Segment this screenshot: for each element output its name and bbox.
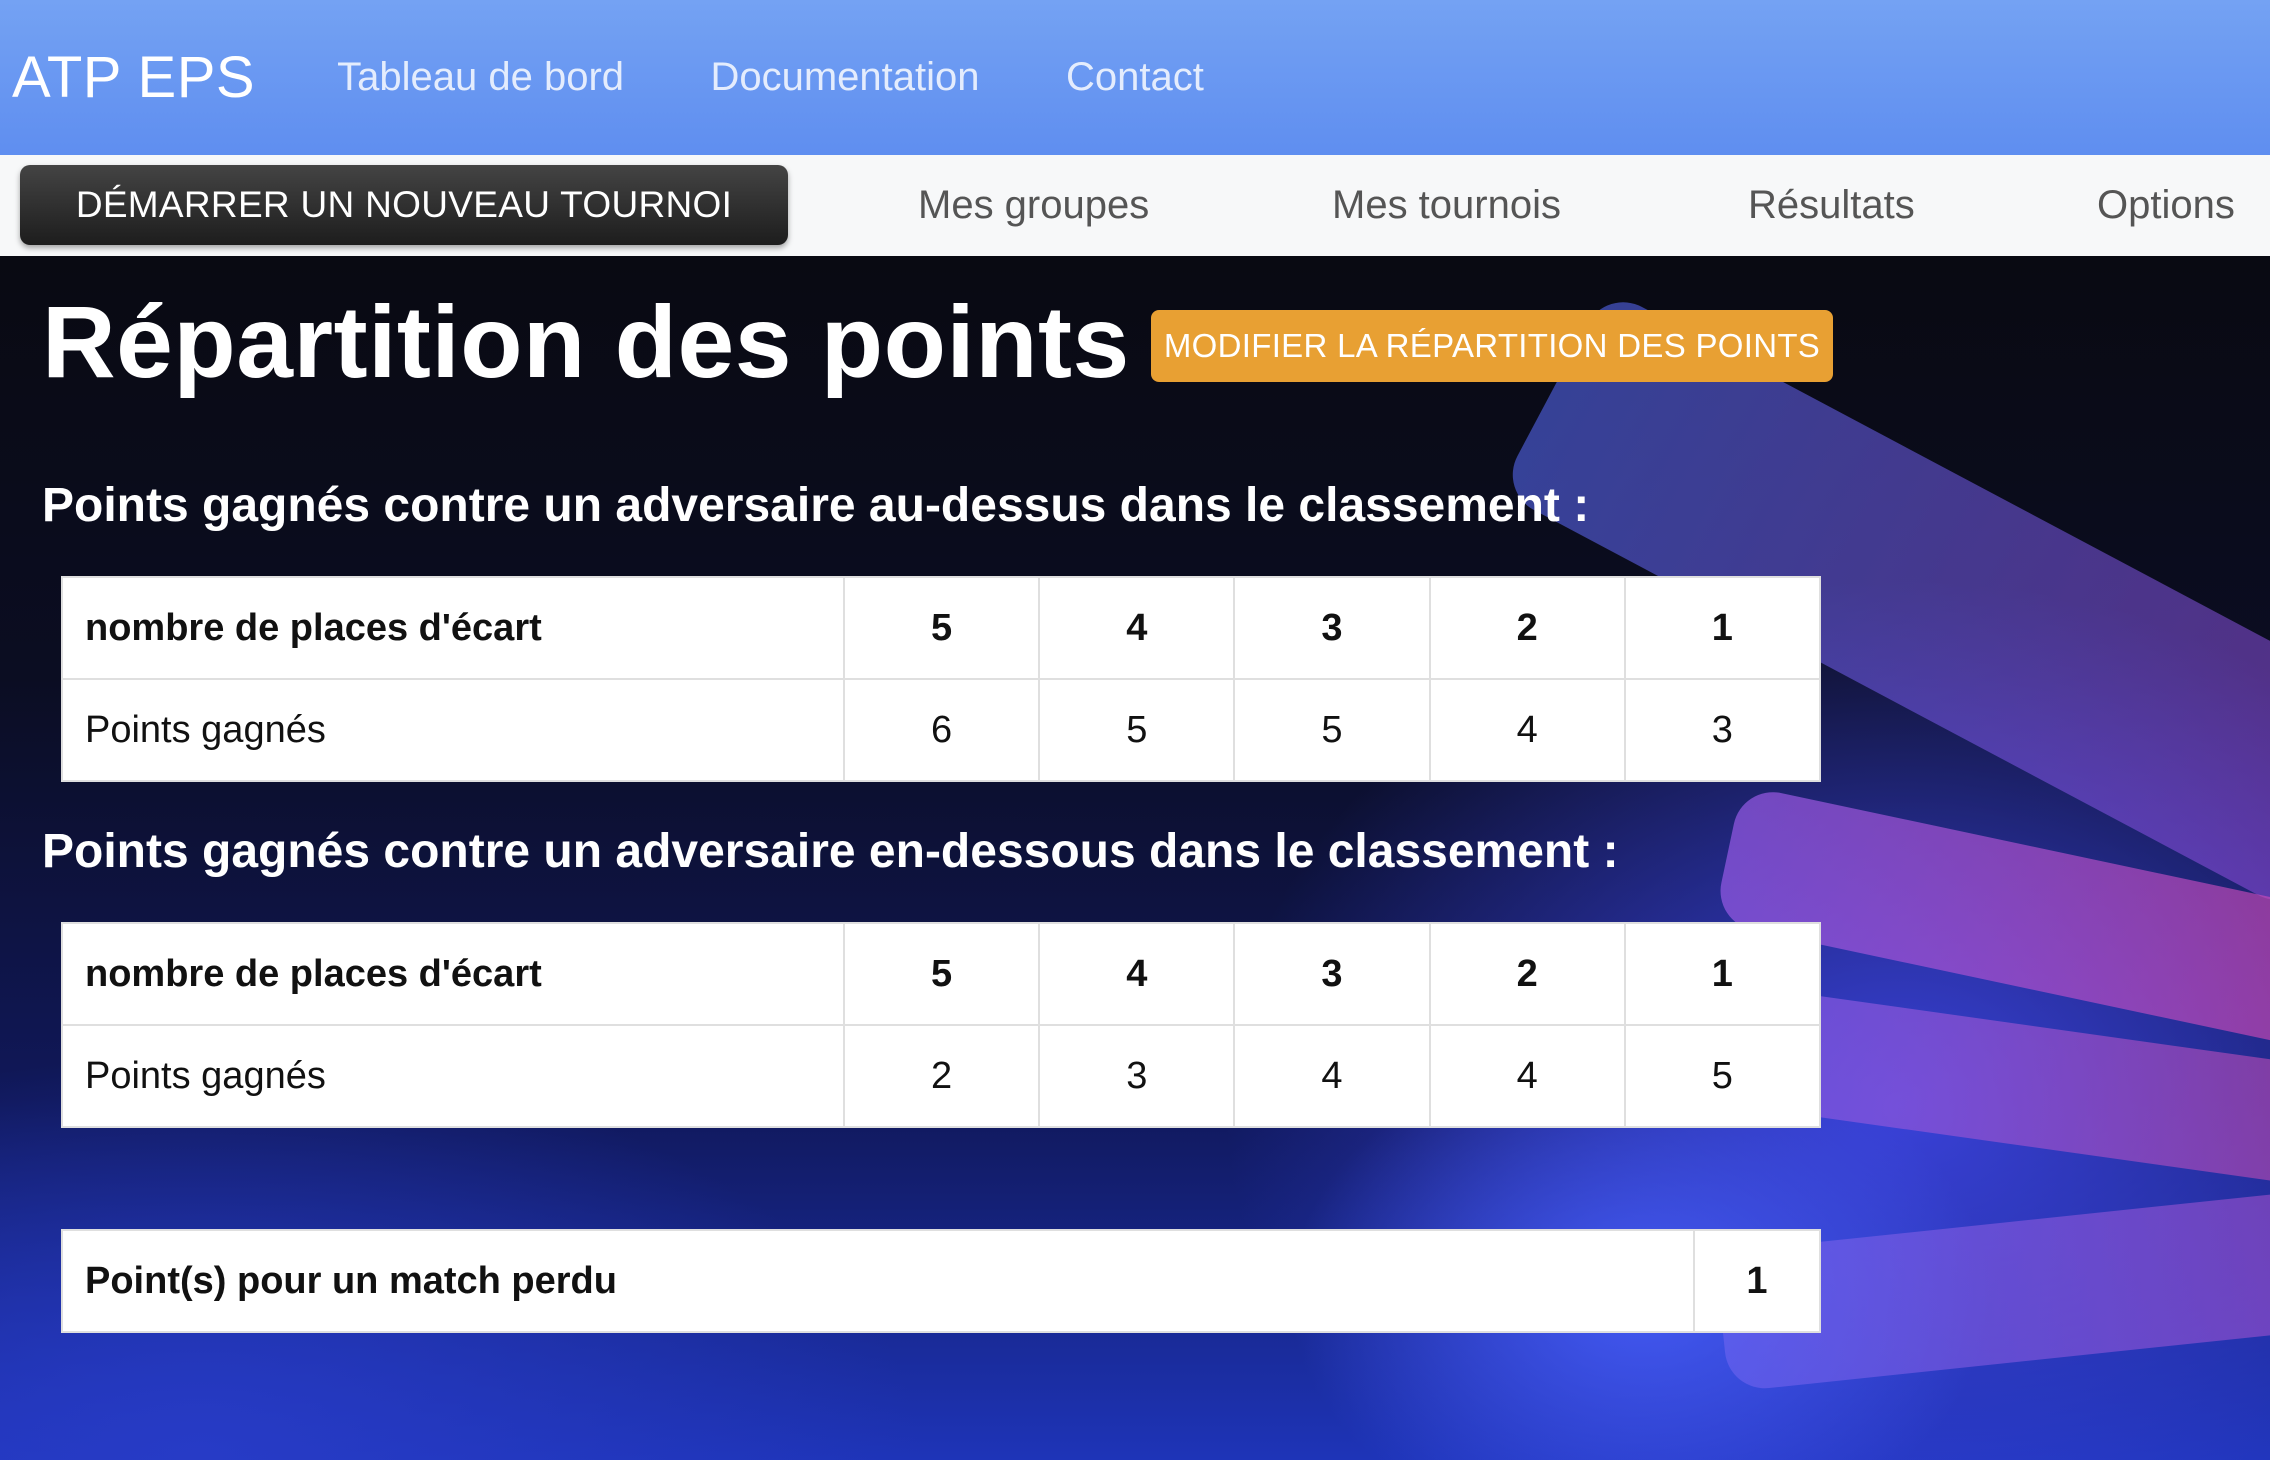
subnav-item-tournaments[interactable]: Mes tournois	[1332, 155, 1561, 256]
points-table-above: nombre de places d'écart 5 4 3 2 1 Point…	[61, 576, 1822, 782]
nav-link-dashboard[interactable]: Tableau de bord	[337, 55, 624, 100]
points-table-below: nombre de places d'écart 5 4 3 2 1 Point…	[61, 922, 1822, 1128]
brand-logo[interactable]: ATP EPS	[12, 44, 255, 111]
section-title-above: Points gagnés contre un adversaire au-de…	[42, 479, 1590, 532]
table-row: Points gagnés 2 3 4 4 5	[61, 1024, 1822, 1128]
gap-cell: 5	[842, 922, 1041, 1026]
points-cell: 2	[842, 1024, 1041, 1128]
table-header-cell: nombre de places d'écart	[61, 576, 845, 680]
points-cell: 4	[1233, 1024, 1431, 1128]
edit-points-distribution-button[interactable]: MODIFIER LA RÉPARTITION DES POINTS	[1151, 310, 1833, 382]
points-cell: 4	[1428, 1024, 1626, 1128]
subnav-item-options[interactable]: Options	[2097, 155, 2235, 256]
page-title: Répartition des points	[42, 285, 1130, 399]
gap-cell: 2	[1428, 576, 1626, 680]
subnav-item-groups[interactable]: Mes groupes	[918, 155, 1149, 256]
points-cell: 5	[1623, 1024, 1822, 1128]
table-row: Point(s) pour un match perdu 1	[61, 1229, 1821, 1333]
gap-cell: 3	[1233, 922, 1431, 1026]
subnav-item-results[interactable]: Résultats	[1748, 155, 1915, 256]
row-label-cell: Points gagnés	[61, 678, 845, 782]
points-cell: 3	[1038, 1024, 1236, 1128]
gap-cell: 2	[1428, 922, 1626, 1026]
table-header-row: nombre de places d'écart 5 4 3 2 1	[61, 922, 1822, 1026]
gap-cell: 4	[1038, 922, 1236, 1026]
start-new-tournament-button[interactable]: DÉMARRER UN NOUVEAU TOURNOI	[20, 165, 788, 245]
top-navbar: ATP EPS Tableau de bord Documentation Co…	[0, 0, 2270, 155]
lost-match-value: 1	[1693, 1229, 1821, 1333]
gap-cell: 5	[842, 576, 1041, 680]
lost-match-table: Point(s) pour un match perdu 1	[61, 1229, 1821, 1333]
lost-match-label: Point(s) pour un match perdu	[61, 1229, 1695, 1333]
main-content: Répartition des points MODIFIER LA RÉPAR…	[0, 256, 2270, 1460]
row-label-cell: Points gagnés	[61, 1024, 845, 1128]
table-row: Points gagnés 6 5 5 4 3	[61, 678, 1822, 782]
top-nav: Tableau de bord Documentation Contact	[337, 55, 1286, 100]
nav-link-contact[interactable]: Contact	[1066, 55, 1204, 100]
gap-cell: 3	[1233, 576, 1431, 680]
points-cell: 5	[1233, 678, 1431, 782]
nav-link-documentation[interactable]: Documentation	[710, 55, 979, 100]
table-header-cell: nombre de places d'écart	[61, 922, 845, 1026]
points-cell: 3	[1623, 678, 1822, 782]
gap-cell: 4	[1038, 576, 1236, 680]
table-header-row: nombre de places d'écart 5 4 3 2 1	[61, 576, 1822, 680]
gap-cell: 1	[1623, 922, 1822, 1026]
gap-cell: 1	[1623, 576, 1822, 680]
sub-navbar: DÉMARRER UN NOUVEAU TOURNOI Mes groupes …	[0, 155, 2270, 256]
points-cell: 6	[842, 678, 1041, 782]
points-cell: 5	[1038, 678, 1236, 782]
points-cell: 4	[1428, 678, 1626, 782]
section-title-below: Points gagnés contre un adversaire en-de…	[42, 825, 1619, 878]
